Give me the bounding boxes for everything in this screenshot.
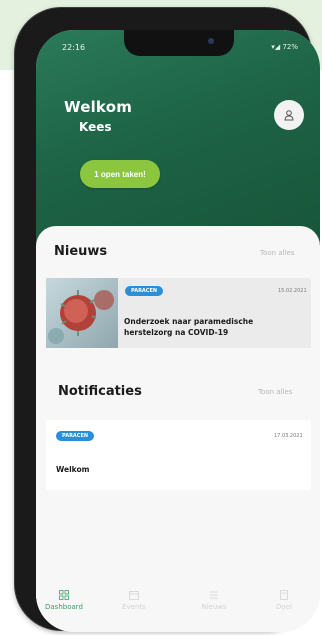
- tab-goal[interactable]: Doel: [256, 590, 312, 611]
- news-see-all-link[interactable]: Toon alles: [260, 249, 294, 257]
- news-icon: [210, 591, 218, 599]
- notifications-see-all-link[interactable]: Toon alles: [258, 388, 292, 396]
- news-tag: PARACEN: [125, 286, 164, 296]
- phone-screen: 22:16 ▾◢ 72% Welkom Kees 1 open taken! N…: [36, 30, 320, 632]
- tab-label: Events: [122, 603, 146, 611]
- battery-level: 72%: [282, 43, 298, 51]
- news-date: 15.02.2021: [278, 288, 307, 294]
- tab-label: Dashboard: [45, 603, 83, 611]
- goal-icon: [280, 590, 288, 600]
- user-name: Kees: [79, 120, 112, 134]
- dashboard-icon: [59, 590, 69, 600]
- notification-tag: PARACEN: [56, 431, 95, 441]
- status-indicators: ▾◢ 72%: [271, 43, 298, 51]
- news-headline: Onderzoek naar paramedische herstelzorg …: [124, 317, 254, 337]
- notification-date: 17.03.2021: [274, 433, 303, 439]
- phone-frame: 22:16 ▾◢ 72% Welkom Kees 1 open taken! N…: [15, 8, 320, 632]
- tab-label: Nieuws: [201, 603, 227, 611]
- welcome-title: Welkom: [64, 98, 133, 116]
- open-tasks-button[interactable]: 1 open taken!: [80, 160, 160, 188]
- signal-icon: ▾◢: [271, 43, 281, 51]
- tab-label: Doel: [276, 603, 292, 611]
- tab-dashboard[interactable]: Dashboard: [36, 590, 92, 611]
- camera-icon: [208, 38, 214, 44]
- tab-news[interactable]: Nieuws: [186, 590, 242, 611]
- phone-notch: [124, 30, 234, 56]
- profile-button[interactable]: [274, 100, 304, 130]
- notifications-section-title: Notificaties: [58, 384, 142, 399]
- user-icon: [284, 110, 294, 121]
- status-time: 22:16: [62, 43, 86, 52]
- tab-events[interactable]: Events: [106, 590, 162, 611]
- news-thumbnail: [46, 278, 118, 348]
- events-icon: [129, 591, 139, 600]
- notification-title: Welkom: [56, 465, 90, 474]
- news-section-title: Nieuws: [54, 244, 108, 259]
